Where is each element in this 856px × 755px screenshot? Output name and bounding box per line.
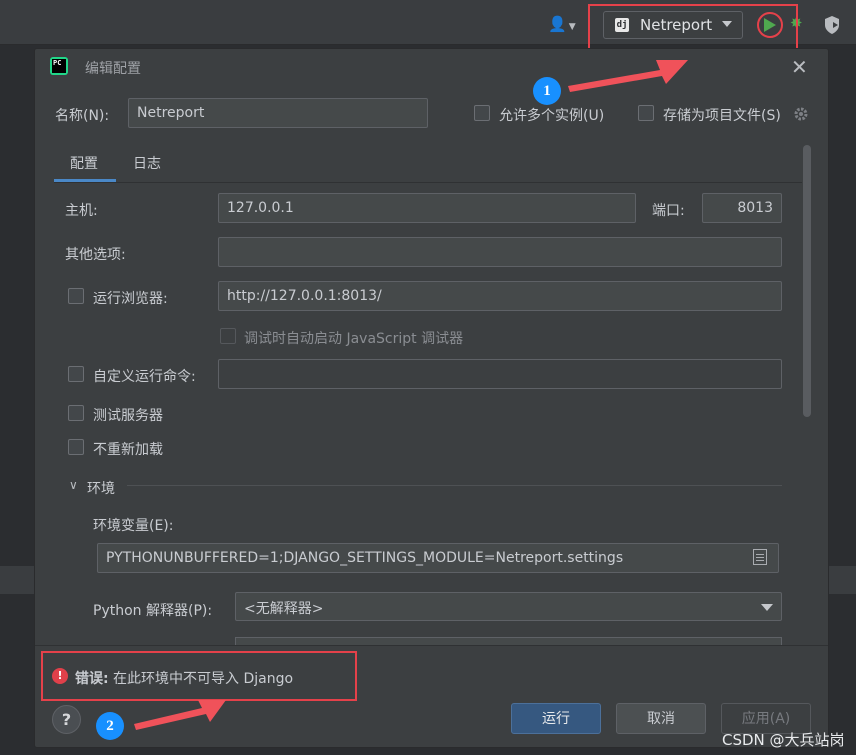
name-label: 名称(N): bbox=[55, 108, 110, 124]
no-reload-label: 不重新加载 bbox=[93, 442, 163, 458]
close-icon[interactable]: ✕ bbox=[791, 55, 808, 79]
annotation-badge-2: 2 bbox=[96, 712, 124, 740]
pycharm-icon: PC bbox=[50, 57, 68, 75]
env-section-label: 环境 bbox=[87, 481, 115, 497]
allow-multiple-label: 允许多个实例(U) bbox=[499, 108, 605, 124]
bottom-divider bbox=[35, 645, 828, 646]
watermark: CSDN @大兵站岗 bbox=[722, 731, 845, 749]
annotation-error-box bbox=[41, 651, 357, 701]
gear-icon[interactable] bbox=[793, 106, 809, 122]
js-debugger-label: 调试时自动启动 JavaScript 调试器 bbox=[244, 331, 464, 347]
name-input[interactable] bbox=[128, 98, 428, 128]
tab-config[interactable]: 配置 bbox=[70, 153, 98, 173]
no-reload-checkbox[interactable] bbox=[68, 439, 84, 455]
user-icon[interactable]: 👤 ▼ bbox=[548, 15, 576, 33]
edit-configuration-dialog: PC 编辑配置 ✕ 名称(N): 允许多个实例(U) 存储为项目文件(S) 配置… bbox=[34, 48, 829, 748]
port-input[interactable] bbox=[702, 193, 782, 223]
annotation-badge-1: 1 bbox=[533, 77, 561, 105]
store-project-label: 存储为项目文件(S) bbox=[663, 108, 781, 124]
port-label: 端口: bbox=[652, 203, 685, 219]
allow-multiple-checkbox[interactable] bbox=[474, 105, 490, 121]
run-browser-label: 运行浏览器: bbox=[93, 291, 168, 307]
interpreter-value: <无解释器> bbox=[244, 601, 324, 617]
tab-log[interactable]: 日志 bbox=[133, 153, 161, 173]
other-options-input[interactable] bbox=[218, 237, 782, 267]
chevron-down-icon bbox=[761, 604, 773, 611]
scrollbar[interactable] bbox=[803, 145, 811, 417]
run-button[interactable]: 运行 bbox=[511, 703, 601, 734]
run-browser-url-input[interactable] bbox=[218, 281, 782, 311]
store-project-checkbox[interactable] bbox=[638, 105, 654, 121]
other-options-label: 其他选项: bbox=[65, 247, 126, 263]
help-button[interactable]: ? bbox=[52, 705, 81, 734]
custom-cmd-input[interactable] bbox=[218, 359, 782, 389]
test-server-label: 测试服务器 bbox=[93, 408, 163, 424]
annotation-arrow-1 bbox=[568, 60, 688, 92]
chevron-down-icon[interactable]: ∨ bbox=[69, 478, 78, 492]
edit-env-icon[interactable] bbox=[753, 549, 767, 565]
env-vars-input[interactable] bbox=[97, 543, 779, 573]
js-debugger-checkbox[interactable] bbox=[220, 328, 236, 344]
interpreter-label: Python 解释器(P): bbox=[93, 603, 213, 619]
custom-cmd-checkbox[interactable] bbox=[68, 366, 84, 382]
tab-divider bbox=[54, 182, 802, 183]
custom-cmd-label: 自定义运行命令: bbox=[93, 369, 196, 385]
interpreter-select[interactable]: <无解释器> bbox=[235, 592, 782, 621]
coverage-icon[interactable] bbox=[822, 14, 842, 36]
section-divider bbox=[127, 485, 782, 486]
dialog-title: 编辑配置 bbox=[85, 61, 141, 77]
annotation-highlight-circle bbox=[757, 12, 783, 38]
annotation-arrow-2 bbox=[134, 700, 226, 730]
host-input[interactable] bbox=[218, 193, 636, 223]
cancel-button[interactable]: 取消 bbox=[616, 703, 706, 734]
run-browser-checkbox[interactable] bbox=[68, 288, 84, 304]
env-vars-label: 环境变量(E): bbox=[93, 518, 174, 534]
host-label: 主机: bbox=[65, 203, 98, 219]
test-server-checkbox[interactable] bbox=[68, 405, 84, 421]
partial-input-row bbox=[235, 637, 782, 645]
